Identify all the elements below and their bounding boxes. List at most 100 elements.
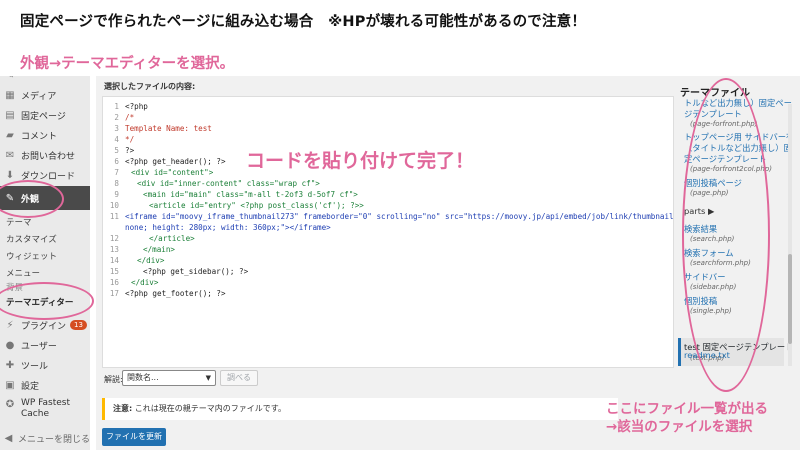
submenu-themes[interactable]: テーマ (6, 216, 32, 228)
lookup-button[interactable]: 調べる (220, 370, 258, 386)
code-line: 5 ?> (114, 146, 135, 155)
theme-file-link[interactable]: 検索結果 (684, 224, 717, 235)
code-line: 4 */ (114, 135, 135, 144)
function-name-select[interactable]: 関数名... ▼ (122, 370, 216, 386)
theme-file-path: (page-forfront.php) (690, 120, 758, 128)
notice-strong: 注意: (113, 404, 133, 413)
pin-icon: ✎ (4, 76, 16, 81)
theme-file-readme[interactable]: readme.txt (684, 350, 730, 361)
code-line: 6 <?php get_header(); ?> (114, 157, 226, 166)
theme-file-link[interactable]: 検索フォーム (684, 248, 734, 259)
sidebar-item-comments[interactable]: ▰ コメント (0, 124, 90, 146)
brush-icon: ✎ (5, 192, 15, 204)
sidebar-item-media[interactable]: ▦ メディア (0, 84, 90, 106)
settings-icon: ▣ (5, 379, 15, 391)
theme-file-path: (search.php) (690, 235, 735, 243)
theme-files-title: テーマファイル (680, 88, 750, 99)
theme-file-path: (sidebar.php) (690, 283, 737, 291)
parent-theme-notice: 注意: これは現在の親テーマ内のファイルです。 (102, 398, 618, 420)
theme-file-path: (page.php) (690, 189, 729, 197)
theme-editor-panel: 選択したファイルの内容: 1 <?php 2/* 3 Template Name: … (96, 76, 800, 450)
sidebar-item-label: ユーザー (21, 341, 57, 352)
sidebar-item-label: メニューを閉じる (17, 434, 90, 445)
user-icon: ● (5, 339, 15, 351)
file-list-note-line2: →該当のファイルを選択 (606, 419, 753, 435)
file-list-note-line1: ここにファイル一覧が出る (606, 401, 768, 417)
code-line: 3 Template Name: test (114, 124, 212, 133)
theme-file-link[interactable]: ジテンプレート (684, 109, 742, 120)
sidebar-item-contact[interactable]: ✉ お問い合わせ (0, 144, 90, 166)
sidebar-item-plugins[interactable]: ⚡ プラグイン 13 (0, 314, 90, 336)
media-icon: ▦ (5, 89, 15, 101)
update-file-button[interactable]: ファイルを更新 (102, 428, 166, 446)
code-line: 16 </div> (109, 278, 159, 287)
code-line: 7 <div id="content"> (114, 168, 214, 177)
function-name-select-value: 関数名... (127, 373, 159, 382)
submenu-theme-editor[interactable]: テーマエディター (6, 296, 73, 308)
admin-sidebar: ✎ ▦ メディア ▤ 固定ページ ▰ コメント ✉ お問い合わせ ⬇ ダウンロー… (0, 76, 90, 450)
sidebar-item-settings[interactable]: ▣ 設定 (0, 374, 90, 396)
plug-icon: ⚡ (6, 319, 14, 331)
sidebar-item-tools[interactable]: ✚ ツール (0, 354, 90, 376)
sidebar-item-label: メディア (21, 91, 57, 102)
code-line: 15 <?php get_sidebar(); ?> (109, 267, 249, 276)
plugins-update-badge: 13 (70, 320, 87, 330)
sidebar-item-wpfc[interactable]: ✪ WP Fastest Cache (0, 398, 90, 424)
theme-file-path: (single.php) (690, 307, 732, 315)
theme-file-link[interactable]: トルなど出力無し）固定ペー (684, 98, 792, 109)
theme-file-link[interactable]: （タイトルなど出力無し）固 (684, 143, 792, 154)
slide-title: 固定ページで作られたページに組み込む場合 ※HPが壊れる可能性があるので注意！ (20, 14, 587, 30)
file-list-scrollbar[interactable] (788, 104, 792, 366)
scrollbar-thumb[interactable] (788, 254, 792, 344)
theme-folder-parts[interactable]: parts ▶ (684, 206, 714, 217)
mail-icon: ✉ (5, 149, 15, 161)
submenu-widgets[interactable]: ウィジェット (6, 250, 57, 262)
code-line: 9 <main id="main" class="m-all t-2of3 d-5… (114, 190, 358, 199)
collapse-menu-button[interactable]: ◀ メニューを閉じる (0, 427, 90, 449)
chevron-down-icon: ▼ (205, 374, 211, 382)
sidebar-item-label: プラグイン (21, 321, 67, 332)
code-line: 10 <article id="entry" <?php post_class('… (109, 201, 364, 210)
documentation-label: 解説: (104, 375, 123, 384)
notice-text: これは現在の親テーマ内のファイルです。 (132, 404, 286, 413)
sidebar-item-label: 設定 (21, 381, 40, 392)
download-icon: ⬇ (5, 169, 15, 181)
theme-file-link[interactable]: 個別投稿ページ (684, 178, 742, 189)
sidebar-item-users[interactable]: ● ユーザー (0, 334, 90, 356)
file-list-note: ここにファイル一覧が出る →該当のファイルを選択 (606, 400, 768, 436)
theme-file-path: (searchform.php) (690, 259, 751, 267)
code-line: 1 <?php (114, 102, 148, 111)
code-line: 17 <?php get_footer(); ?> (109, 289, 226, 298)
code-line: 12 </article> (109, 234, 195, 243)
comment-icon: ▰ (6, 129, 14, 141)
sidebar-item-label: 固定ページ (21, 111, 66, 122)
wrench-icon: ✚ (5, 359, 15, 371)
code-line-wrap: none; height: 280px; width: 360px;"></if… (125, 223, 331, 232)
code-line: 8 <div id="inner-content" class="wrap cf"… (114, 179, 320, 188)
theme-file-link[interactable]: 定ページテンプレート (684, 154, 767, 165)
code-line: 11 <iframe id="moovy_iframe_thumbnail273"… (109, 212, 674, 221)
submenu-background[interactable]: 背景 (6, 281, 23, 293)
theme-file-link[interactable]: サイドバー (684, 272, 726, 283)
screenshot-root: 固定ページで作られたページに組み込む場合 ※HPが壊れる可能性があるので注意！ … (0, 0, 800, 450)
file-content-label: 選択したファイルの内容: (104, 82, 196, 91)
sidebar-item-appearance[interactable]: ✎ 外観 (0, 186, 90, 210)
paste-code-note: コードを貼り付けて完了！ (246, 150, 475, 172)
sidebar-item-label: WP Fastest Cache (21, 398, 71, 419)
cache-icon: ✪ (5, 398, 15, 410)
page-icon: ▤ (5, 109, 15, 121)
submenu-customize[interactable]: カスタマイズ (6, 233, 57, 245)
sidebar-item-label: コメント (21, 131, 58, 142)
theme-files-list: トルなど出力無し）固定ペー ジテンプレート (page-forfront.php… (678, 98, 792, 368)
theme-file-link[interactable]: トップページ用 サイドバー有 (684, 132, 792, 143)
code-line: 14 </div> (109, 256, 165, 265)
code-line: 2/* (114, 113, 135, 122)
theme-file-link[interactable]: 個別投稿 (684, 296, 717, 307)
collapse-icon: ◀ (4, 432, 13, 444)
sidebar-item-label: 外観 (21, 194, 40, 205)
sidebar-item-pages[interactable]: ▤ 固定ページ (0, 104, 90, 126)
code-editor[interactable]: 1 <?php 2/* 3 Template Name: test 4 */ 5 ?> … (102, 96, 674, 368)
submenu-menus[interactable]: メニュー (6, 267, 40, 279)
sidebar-item-download[interactable]: ⬇ ダウンロード (0, 164, 90, 186)
sidebar-item-label: お問い合わせ (21, 151, 76, 162)
